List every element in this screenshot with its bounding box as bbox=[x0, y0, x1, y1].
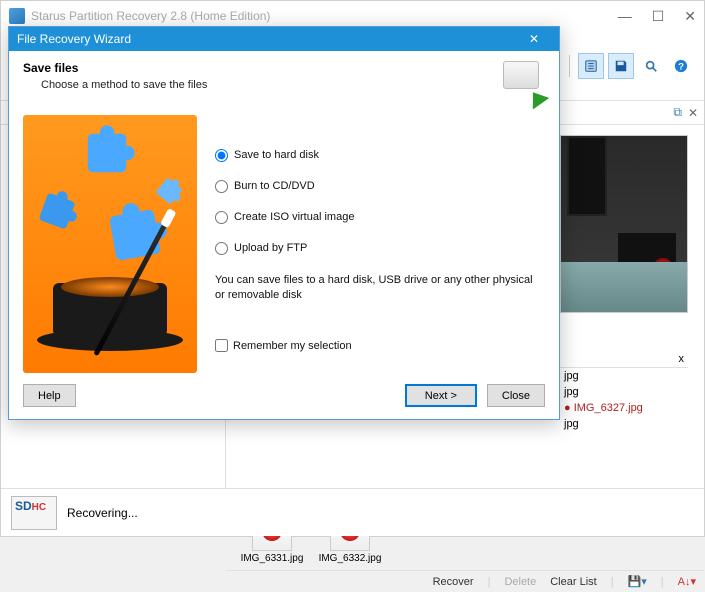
save-list-icon[interactable]: 💾▾ bbox=[628, 575, 647, 588]
wizard-footer: Help Next > Close bbox=[9, 381, 559, 419]
clear-list-button[interactable]: Clear List bbox=[550, 576, 596, 588]
file-recovery-wizard-dialog: File Recovery Wizard ✕ Save files Choose… bbox=[8, 26, 560, 420]
status-bar: SDHC Recovering... bbox=[1, 488, 704, 536]
option-create-iso[interactable]: Create ISO virtual image bbox=[215, 211, 545, 224]
help-toolbar-button[interactable]: ? bbox=[668, 53, 694, 79]
sort-icon[interactable]: A↓▾ bbox=[678, 575, 696, 588]
radio-iso[interactable] bbox=[215, 211, 228, 224]
svg-text:?: ? bbox=[678, 61, 684, 72]
remember-selection[interactable]: Remember my selection bbox=[215, 339, 545, 352]
window-controls: — ☐ ✕ bbox=[618, 8, 696, 25]
wizard-body: Save to hard disk Burn to CD/DVD Create … bbox=[9, 111, 559, 381]
toolbar-divider bbox=[569, 55, 570, 77]
option-upload-ftp[interactable]: Upload by FTP bbox=[215, 242, 545, 255]
hard-disk-icon bbox=[503, 61, 545, 103]
recover-button[interactable]: Recover bbox=[433, 576, 474, 588]
help-button[interactable]: Help bbox=[23, 384, 76, 407]
remember-checkbox[interactable] bbox=[215, 339, 228, 352]
close-button-wizard[interactable]: Close bbox=[487, 384, 545, 407]
close-icon: ✕ bbox=[529, 32, 539, 46]
main-window-title: Starus Partition Recovery 2.8 (Home Edit… bbox=[31, 9, 270, 23]
next-button[interactable]: Next > bbox=[405, 384, 477, 407]
pane-close-icon[interactable]: ✕ bbox=[688, 106, 698, 120]
delete-button[interactable]: Delete bbox=[504, 576, 536, 588]
wizard-close-button[interactable]: ✕ bbox=[517, 29, 551, 49]
save-toolbar-button[interactable] bbox=[608, 53, 634, 79]
wizard-options: Save to hard disk Burn to CD/DVD Create … bbox=[215, 115, 545, 373]
sd-card-icon: SDHC bbox=[11, 496, 57, 530]
view-button[interactable] bbox=[578, 53, 604, 79]
option-description: You can save files to a hard disk, USB d… bbox=[215, 273, 545, 304]
wizard-title: File Recovery Wizard bbox=[17, 32, 131, 46]
status-text: Recovering... bbox=[67, 506, 138, 520]
radio-hdd[interactable] bbox=[215, 149, 228, 162]
maximize-button[interactable]: ☐ bbox=[652, 8, 665, 25]
radio-cd[interactable] bbox=[215, 180, 228, 193]
close-button[interactable]: ✕ bbox=[684, 8, 696, 25]
popout-icon[interactable]: ⧉ bbox=[673, 105, 682, 120]
wizard-heading: Save files bbox=[23, 61, 503, 75]
wizard-illustration bbox=[23, 115, 197, 373]
search-toolbar-button[interactable] bbox=[638, 53, 664, 79]
action-bar: Recover | Delete Clear List | 💾▾ | A↓▾ bbox=[226, 570, 704, 592]
option-save-hdd[interactable]: Save to hard disk bbox=[215, 149, 545, 162]
option-burn-cd[interactable]: Burn to CD/DVD bbox=[215, 180, 545, 193]
wizard-subheading: Choose a method to save the files bbox=[23, 79, 503, 91]
wizard-header: Save files Choose a method to save the f… bbox=[9, 51, 559, 111]
minimize-button[interactable]: — bbox=[618, 8, 632, 25]
app-icon bbox=[9, 8, 25, 24]
wizard-titlebar[interactable]: File Recovery Wizard ✕ bbox=[9, 27, 559, 51]
radio-ftp[interactable] bbox=[215, 242, 228, 255]
